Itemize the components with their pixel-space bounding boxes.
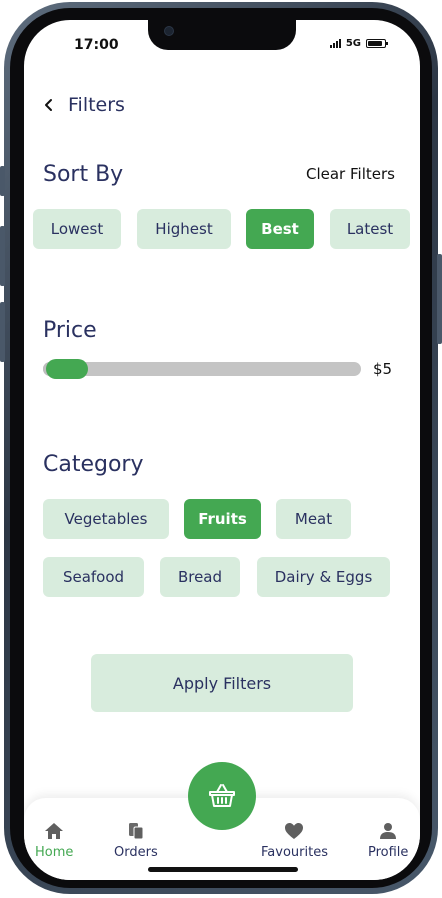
price-slider-thumb[interactable] — [46, 359, 88, 379]
page-title: Filters — [68, 94, 125, 116]
camera-icon — [164, 26, 174, 36]
tab-orders[interactable]: Orders — [114, 822, 158, 860]
category-chip-meat[interactable]: Meat — [276, 499, 351, 539]
tab-profile[interactable]: Profile — [368, 822, 408, 860]
tab-home[interactable]: Home — [35, 822, 73, 860]
orders-icon — [128, 823, 144, 840]
home-icon — [45, 823, 64, 839]
category-chip-seafood[interactable]: Seafood — [43, 557, 144, 597]
mute-switch — [0, 166, 5, 196]
status-time: 17:00 — [74, 37, 119, 53]
chevron-left-icon[interactable] — [42, 98, 56, 112]
power-button — [437, 254, 442, 344]
basket-icon — [209, 784, 235, 807]
heart-icon — [285, 823, 304, 839]
category-chip-fruits[interactable]: Fruits — [184, 499, 261, 539]
page-header: Filters — [42, 94, 125, 116]
category-chip-bread[interactable]: Bread — [160, 557, 240, 597]
network-label: 5G — [345, 38, 361, 49]
tab-favourites[interactable]: Favourites — [261, 822, 328, 860]
sort-by-title: Sort By — [43, 162, 124, 187]
battery-icon — [366, 39, 388, 48]
category-chip-vegetables[interactable]: Vegetables — [43, 499, 169, 539]
volume-down-button — [0, 302, 5, 362]
volume-up-button — [0, 226, 5, 286]
price-value: $5 — [373, 360, 393, 378]
app-screen: 17:00 5G Filters Sort By Clear Filters L… — [24, 20, 420, 880]
tab-label: Profile — [368, 845, 409, 860]
sort-chip-latest[interactable]: Latest — [330, 209, 410, 249]
clear-filters-link[interactable]: Clear Filters — [306, 165, 395, 183]
sort-chip-lowest[interactable]: Lowest — [33, 209, 121, 249]
tab-label: Home — [35, 845, 74, 860]
notch — [148, 20, 296, 50]
sort-chip-highest[interactable]: Highest — [137, 209, 231, 249]
signal-icon — [329, 39, 341, 48]
category-title: Category — [43, 452, 144, 477]
price-title: Price — [43, 318, 97, 343]
user-icon — [380, 823, 397, 839]
price-slider-track[interactable] — [43, 359, 361, 379]
phone-device: 17:00 5G Filters Sort By Clear Filters L… — [0, 0, 442, 898]
apply-filters-button[interactable]: Apply Filters — [91, 654, 353, 712]
status-indicators: 5G — [329, 38, 388, 49]
home-indicator — [148, 867, 298, 872]
tab-label: Orders — [114, 845, 158, 860]
tab-label: Favourites — [261, 845, 328, 860]
sort-chip-best[interactable]: Best — [246, 209, 314, 249]
basket-button[interactable] — [188, 762, 256, 830]
category-chip-dairy-eggs[interactable]: Dairy & Eggs — [257, 557, 390, 597]
